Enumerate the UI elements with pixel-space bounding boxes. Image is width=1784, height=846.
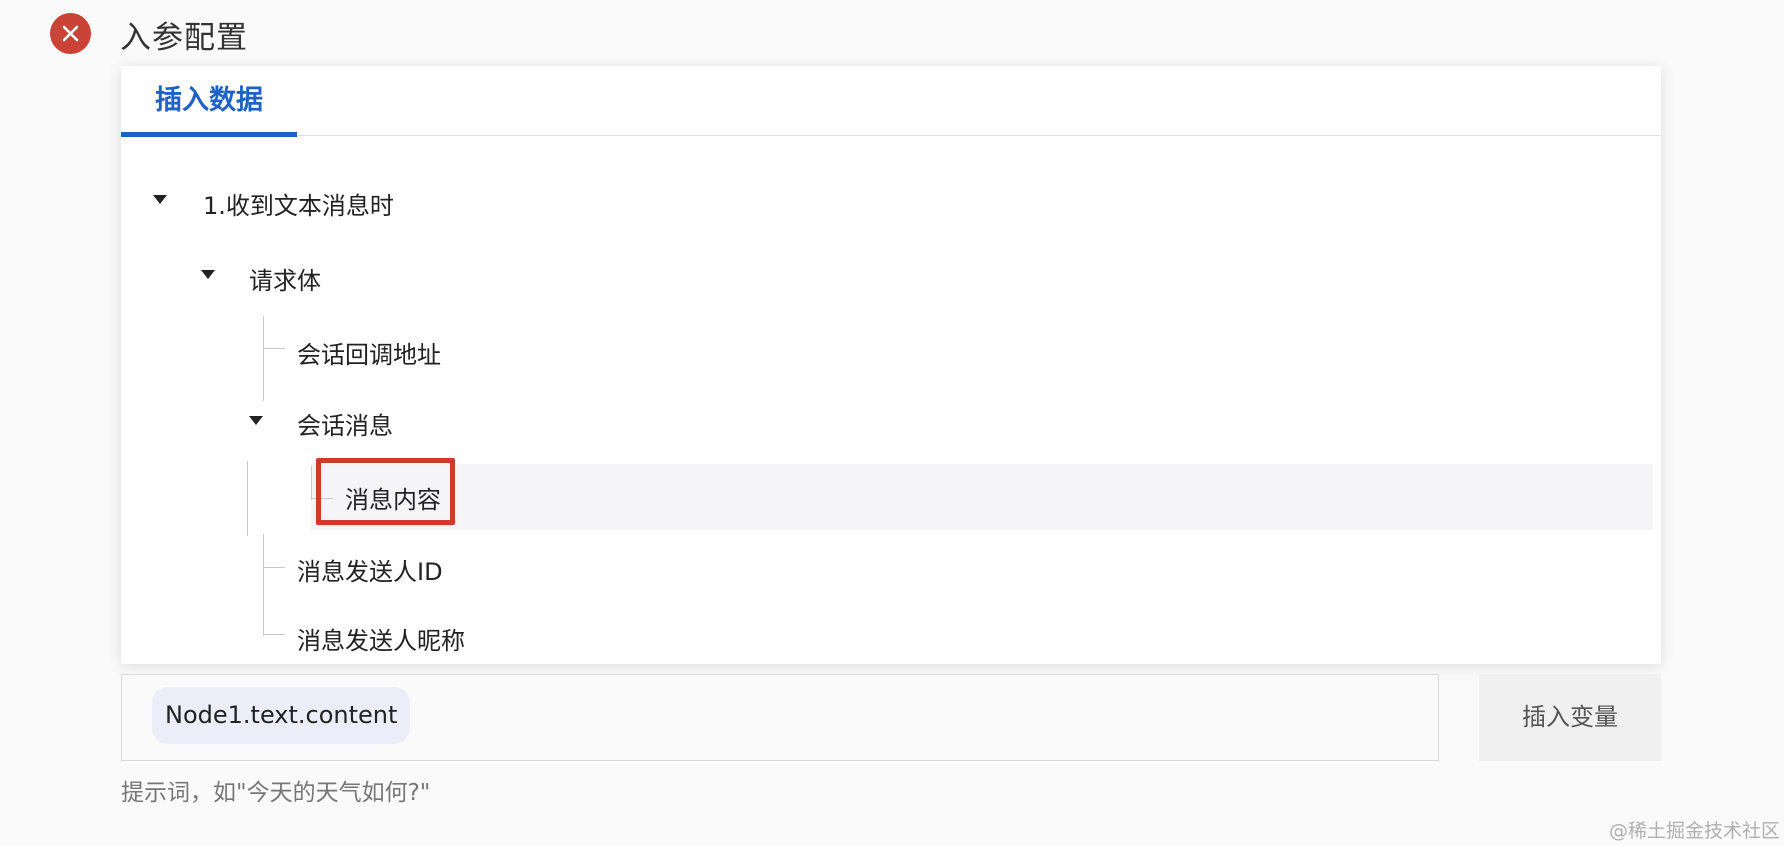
insert-variable-button[interactable]: 插入变量 bbox=[1479, 674, 1661, 761]
tree-guide-line bbox=[311, 466, 312, 500]
insert-data-panel: 插入数据 1.收到文本消息时 请求体 会话回调地址 会话消息 消息内容 消息发送… bbox=[121, 66, 1661, 664]
page-title: 入参配置 bbox=[120, 20, 248, 56]
watermark: @稀土掘金技术社区 bbox=[1608, 820, 1780, 842]
tree-guide-line bbox=[263, 634, 285, 635]
tree-node-sender-nickname[interactable]: 消息发送人昵称 bbox=[297, 621, 465, 656]
tree-node-session-message[interactable]: 会话消息 bbox=[297, 406, 393, 441]
expand-caret-icon[interactable] bbox=[201, 270, 215, 279]
tree-guide-line bbox=[263, 348, 285, 349]
variable-chip[interactable]: Node1.text.content bbox=[152, 687, 411, 744]
tab-bar: 插入数据 bbox=[121, 66, 1661, 137]
tree-guide-line bbox=[263, 316, 264, 401]
tree-guide-line bbox=[247, 461, 248, 536]
tab-insert-data[interactable]: 插入数据 bbox=[121, 66, 297, 137]
param-config-page: 入参配置 插入数据 1.收到文本消息时 请求体 会话回调地址 会话消息 消息内容… bbox=[0, 0, 1784, 846]
expand-caret-icon[interactable] bbox=[153, 195, 167, 204]
close-button[interactable] bbox=[50, 13, 91, 54]
tree-node-sender-id[interactable]: 消息发送人ID bbox=[297, 552, 443, 587]
tree-guide-line bbox=[263, 534, 264, 636]
tree-node-callback-url[interactable]: 会话回调地址 bbox=[297, 335, 441, 370]
prompt-hint: 提示词，如"今天的天气如何?" bbox=[121, 780, 431, 806]
tree-node-request-body[interactable]: 请求体 bbox=[249, 261, 321, 296]
tree-node-message-content[interactable]: 消息内容 bbox=[345, 480, 441, 515]
tree-guide-line bbox=[311, 498, 333, 499]
prompt-input[interactable]: Node1.text.content bbox=[121, 674, 1439, 761]
expand-caret-icon[interactable] bbox=[249, 416, 263, 425]
selected-row-highlight bbox=[311, 464, 1653, 530]
tree-guide-line bbox=[263, 567, 285, 568]
tree-node-root[interactable]: 1.收到文本消息时 bbox=[203, 186, 394, 221]
close-icon bbox=[62, 25, 79, 42]
